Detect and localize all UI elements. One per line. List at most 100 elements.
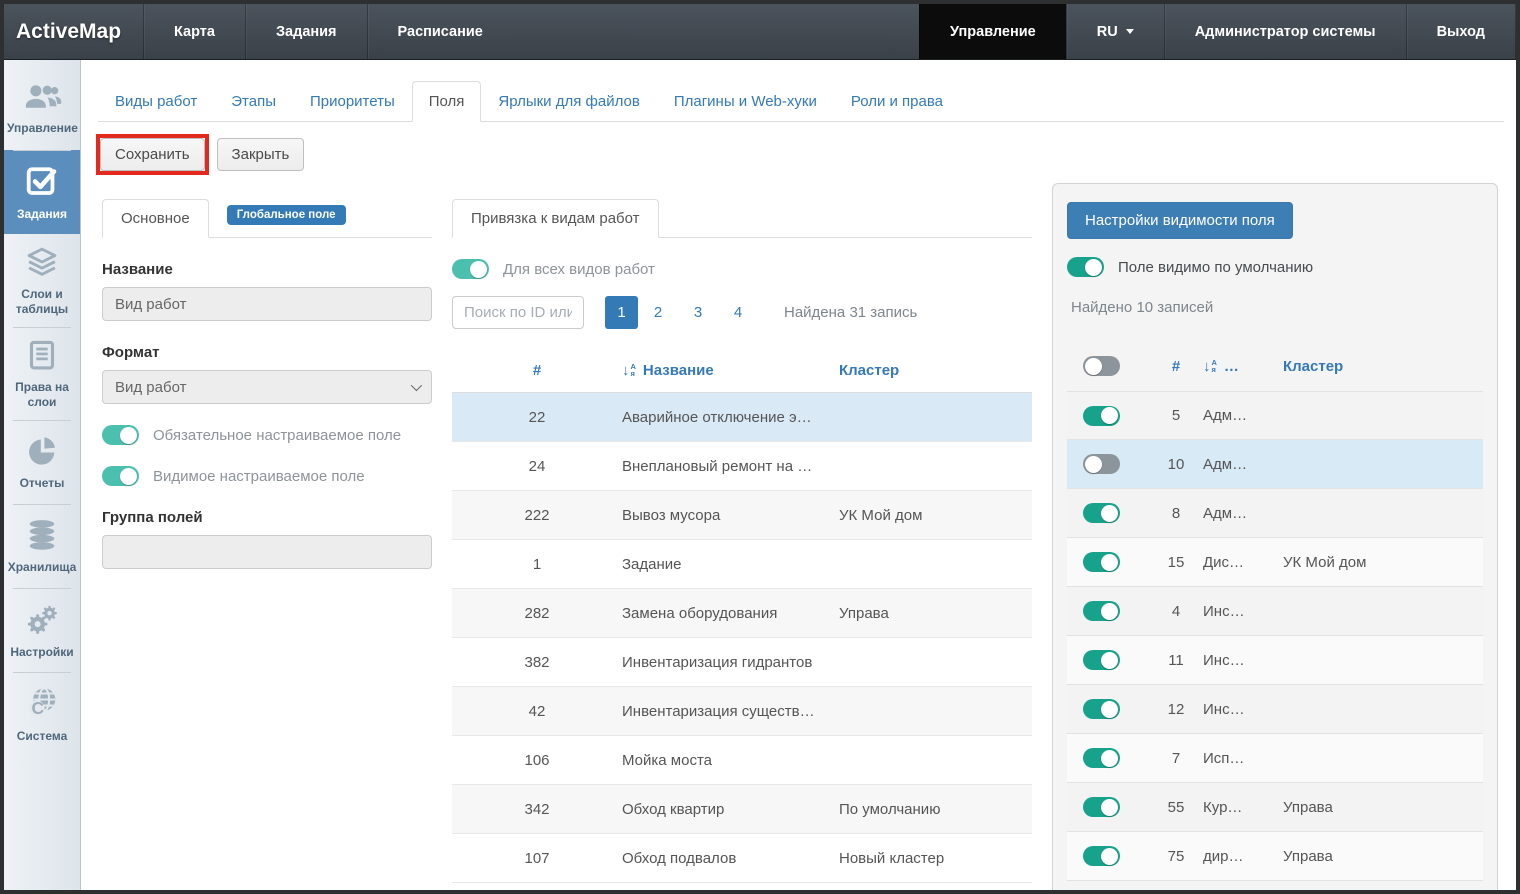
nav-item-schedule[interactable]: Расписание	[367, 4, 513, 59]
row-visibility-toggle[interactable]	[1083, 797, 1120, 817]
sidebar-item-storage[interactable]: Хранилища	[4, 504, 80, 588]
sidebar-item-reports[interactable]: Отчеты	[4, 420, 80, 504]
tab-work-types[interactable]: Виды работ	[98, 81, 214, 122]
visibility-row[interactable]: 55 Кур… Управа	[1067, 783, 1483, 832]
row-visibility-toggle[interactable]	[1083, 552, 1120, 572]
global-field-badge: Глобальное поле	[227, 205, 346, 225]
default-visible-toggle-row: Поле видимо по умолчанию	[1067, 257, 1483, 277]
column-header-id[interactable]: #	[1149, 358, 1203, 375]
work-type-row[interactable]: 42 Инвентаризация существ…	[452, 687, 1032, 736]
svg-text:C: C	[32, 698, 45, 718]
tab-fields[interactable]: Поля	[412, 81, 482, 122]
visibility-row[interactable]: 8 Адм…	[1067, 489, 1483, 538]
format-label: Формат	[102, 344, 432, 361]
tab-priorities[interactable]: Приоритеты	[293, 81, 412, 122]
row-cluster: Управа	[1283, 799, 1483, 816]
visibility-row[interactable]: 12 Инс…	[1067, 685, 1483, 734]
sidebar-item-settings[interactable]: Настройки	[4, 588, 80, 672]
visibility-row[interactable]: 75 дир… Управа	[1067, 832, 1483, 881]
row-name: Исп…	[1203, 750, 1283, 767]
visibility-row[interactable]: 7 Исп…	[1067, 734, 1483, 783]
nav-item-management[interactable]: Управление	[919, 4, 1066, 59]
search-input[interactable]	[452, 296, 584, 329]
sidebar-item-tasks[interactable]: Задания	[4, 150, 80, 234]
sidebar-item-system[interactable]: C Система	[4, 672, 80, 756]
work-type-row[interactable]: 282 Замена оборудования Управа	[452, 589, 1032, 638]
page-button-1[interactable]: 1	[605, 296, 638, 329]
row-visibility-toggle[interactable]	[1083, 503, 1120, 523]
visibility-row[interactable]: 10 Адм…	[1067, 440, 1483, 489]
name-field[interactable]	[102, 287, 432, 321]
nav-item-user[interactable]: Администратор системы	[1164, 4, 1406, 59]
row-id: 42	[452, 703, 622, 720]
column-header-name[interactable]: ↓Ая …	[1203, 358, 1283, 375]
field-group-input[interactable]	[102, 535, 432, 569]
row-visibility-toggle[interactable]	[1083, 650, 1120, 670]
toggle-all-visibility[interactable]	[1083, 356, 1120, 376]
work-type-row[interactable]: 24 Внеплановый ремонт на …	[452, 442, 1032, 491]
row-name: Инвентаризация гидрантов	[622, 654, 839, 671]
row-visibility-toggle[interactable]	[1083, 699, 1120, 719]
close-button[interactable]: Закрыть	[217, 138, 305, 171]
work-type-row[interactable]: 107 Обход подвалов Новый кластер	[452, 834, 1032, 883]
row-name: Обход квартир	[622, 801, 839, 818]
visibility-row[interactable]: 5 Адм…	[1067, 391, 1483, 440]
work-type-row[interactable]: 222 Вывоз мусора УК Мой дом	[452, 491, 1032, 540]
required-field-toggle[interactable]	[102, 425, 139, 445]
row-id: 106	[452, 752, 622, 769]
tab-roles-rights[interactable]: Роли и права	[834, 81, 960, 122]
nav-item-language[interactable]: RU	[1066, 4, 1164, 59]
row-visibility-toggle[interactable]	[1083, 748, 1120, 768]
sidebar-item-management[interactable]: Управление	[4, 66, 80, 150]
row-name: Адм…	[1203, 407, 1283, 424]
tab-general[interactable]: Основное	[102, 199, 209, 238]
tab-plugins-webhooks[interactable]: Плагины и Web-хуки	[657, 81, 834, 122]
nav-item-logout[interactable]: Выход	[1406, 4, 1516, 59]
action-buttons: Сохранить Закрыть	[96, 134, 304, 175]
work-type-row[interactable]: 1 Задание	[452, 540, 1032, 589]
sidebar-item-layers[interactable]: Слои и таблицы	[4, 234, 80, 327]
visibility-row[interactable]: 4 Инс…	[1067, 587, 1483, 636]
all-work-types-toggle[interactable]	[452, 259, 489, 279]
row-visibility-toggle[interactable]	[1083, 601, 1120, 621]
visibility-row[interactable]: 11 Инс…	[1067, 636, 1483, 685]
visibility-row[interactable]: 15 Дис… УК Мой дом	[1067, 538, 1483, 587]
column-header-cluster[interactable]: Кластер	[839, 362, 1032, 379]
row-cluster: Новый кластер	[839, 850, 1032, 867]
page-button-4[interactable]: 4	[718, 304, 758, 321]
visible-field-toggle[interactable]	[102, 466, 139, 486]
page-button-3[interactable]: 3	[678, 304, 718, 321]
work-type-row[interactable]: 342 Обход квартир По умолчанию	[452, 785, 1032, 834]
page-button-2[interactable]: 2	[638, 304, 678, 321]
sort-alpha-icon: ↓Ая	[1203, 359, 1217, 374]
field-form-panel: Основное Глобальное поле Название Формат…	[102, 195, 432, 569]
work-type-row[interactable]: 382 Инвентаризация гидрантов	[452, 638, 1032, 687]
row-visibility-toggle[interactable]	[1083, 454, 1120, 474]
row-visibility-toggle[interactable]	[1083, 406, 1120, 426]
save-button[interactable]: Сохранить	[100, 138, 205, 171]
database-icon	[23, 517, 61, 553]
tab-stages[interactable]: Этапы	[214, 81, 293, 122]
row-visibility-toggle[interactable]	[1083, 846, 1120, 866]
tab-work-type-binding[interactable]: Привязка к видам работ	[452, 199, 659, 238]
nav-item-tasks[interactable]: Задания	[245, 4, 367, 59]
nav-item-map[interactable]: Карта	[143, 4, 245, 59]
column-header-cluster[interactable]: Кластер	[1283, 358, 1483, 375]
default-visible-toggle[interactable]	[1067, 257, 1104, 277]
work-type-row[interactable]: 22 Аварийное отключение э…	[452, 393, 1032, 442]
row-id: 342	[452, 801, 622, 818]
sidebar-item-layer-rights[interactable]: Права на слои	[4, 327, 80, 420]
column-header-id[interactable]: #	[452, 362, 622, 379]
gears-icon	[23, 600, 61, 638]
format-select[interactable]: Вид работ	[102, 370, 432, 404]
main-content: Виды работ Этапы Приоритеты Поля Ярлыки …	[82, 60, 1516, 890]
visibility-table-header: # ↓Ая … Кластер	[1067, 341, 1483, 391]
column-header-name[interactable]: ↓Ая Название	[622, 362, 839, 379]
visibility-settings-button[interactable]: Настройки видимости поля	[1067, 202, 1293, 239]
row-id: 5	[1149, 407, 1203, 424]
row-name: Инвентаризация существ…	[622, 703, 839, 720]
tab-file-labels[interactable]: Ярлыки для файлов	[481, 81, 656, 122]
work-type-row[interactable]: 106 Мойка моста	[452, 736, 1032, 785]
document-icon	[24, 337, 60, 373]
sidebar-item-label: Настройки	[7, 645, 77, 660]
